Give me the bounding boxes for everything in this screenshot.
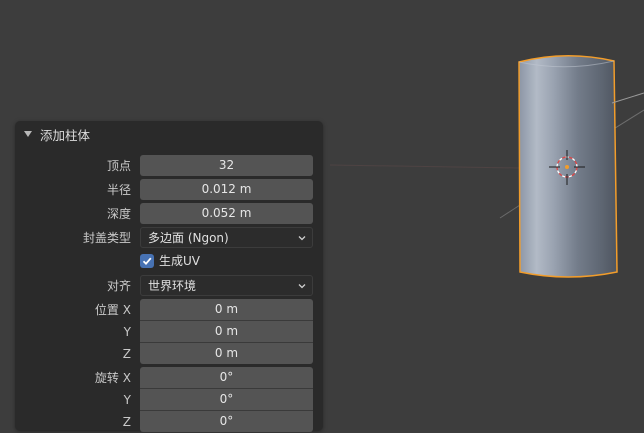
x-axis-line xyxy=(329,164,521,169)
radius-label: 半径 xyxy=(106,183,131,197)
grid-line xyxy=(611,92,644,104)
rotation-z-row: Z 0° xyxy=(15,411,323,433)
location-label: 位置 xyxy=(94,303,119,317)
cap-fill-dropdown[interactable]: 多边面 (Ngon) xyxy=(140,227,313,248)
axis-y-label: Y xyxy=(123,325,131,339)
axis-x-label: X xyxy=(122,371,131,385)
generate-uv-label[interactable]: 生成UV xyxy=(159,251,200,272)
vertices-field[interactable]: 32 xyxy=(140,155,313,176)
rotation-y-row: Y 0° xyxy=(15,389,323,411)
rotation-x-label: 旋转 X xyxy=(95,367,131,389)
checkmark-icon xyxy=(142,257,152,266)
generate-uv-checkbox[interactable] xyxy=(140,254,154,268)
location-x-row: 位置 X 0 m xyxy=(15,299,323,321)
vertices-label: 顶点 xyxy=(106,159,131,173)
cap-fill-label: 封盖类型 xyxy=(82,231,131,245)
align-value: 世界环境 xyxy=(148,279,197,293)
depth-field[interactable]: 0.052 m xyxy=(140,203,313,224)
depth-row: 深度 0.052 m xyxy=(15,203,323,225)
add-cylinder-panel: 添加柱体 顶点 32 半径 0.012 m 深度 0.052 m 封盖类型 多边… xyxy=(15,121,323,433)
axis-z-label: Z xyxy=(122,415,131,429)
viewport-aux-line xyxy=(499,204,521,219)
rotation-y-field[interactable]: 0° xyxy=(140,389,313,411)
radius-row: 半径 0.012 m xyxy=(15,179,323,201)
radius-field[interactable]: 0.012 m xyxy=(140,179,313,200)
panel-title: 添加柱体 xyxy=(40,127,91,143)
axis-x-label: X xyxy=(122,303,131,317)
axis-z-label: Z xyxy=(122,347,131,361)
generate-uv-row: 生成UV xyxy=(15,251,323,273)
location-x-label: 位置 X xyxy=(95,299,131,321)
vertices-row: 顶点 32 xyxy=(15,155,323,177)
location-y-field[interactable]: 0 m xyxy=(140,321,313,343)
axis-y-label: Y xyxy=(123,393,131,407)
align-dropdown[interactable]: 世界环境 xyxy=(140,275,313,296)
chevron-down-icon xyxy=(298,236,306,241)
rotation-x-row: 旋转 X 0° xyxy=(15,367,323,389)
align-row: 对齐 世界环境 xyxy=(15,275,323,297)
location-x-field[interactable]: 0 m xyxy=(140,299,313,321)
location-z-row: Z 0 m xyxy=(15,343,323,365)
cap-fill-row: 封盖类型 多边面 (Ngon) xyxy=(15,227,323,249)
rotation-x-field[interactable]: 0° xyxy=(140,367,313,389)
location-y-row: Y 0 m xyxy=(15,321,323,343)
chevron-down-icon xyxy=(298,284,306,289)
cap-fill-value: 多边面 (Ngon) xyxy=(148,231,229,245)
rotation-label: 旋转 xyxy=(94,371,119,385)
location-z-field[interactable]: 0 m xyxy=(140,343,313,364)
align-label: 对齐 xyxy=(106,279,131,293)
rotation-z-field[interactable]: 0° xyxy=(140,411,313,432)
panel-header[interactable]: 添加柱体 xyxy=(15,121,323,147)
depth-label: 深度 xyxy=(106,207,131,221)
collapse-triangle-icon[interactable] xyxy=(24,131,32,137)
